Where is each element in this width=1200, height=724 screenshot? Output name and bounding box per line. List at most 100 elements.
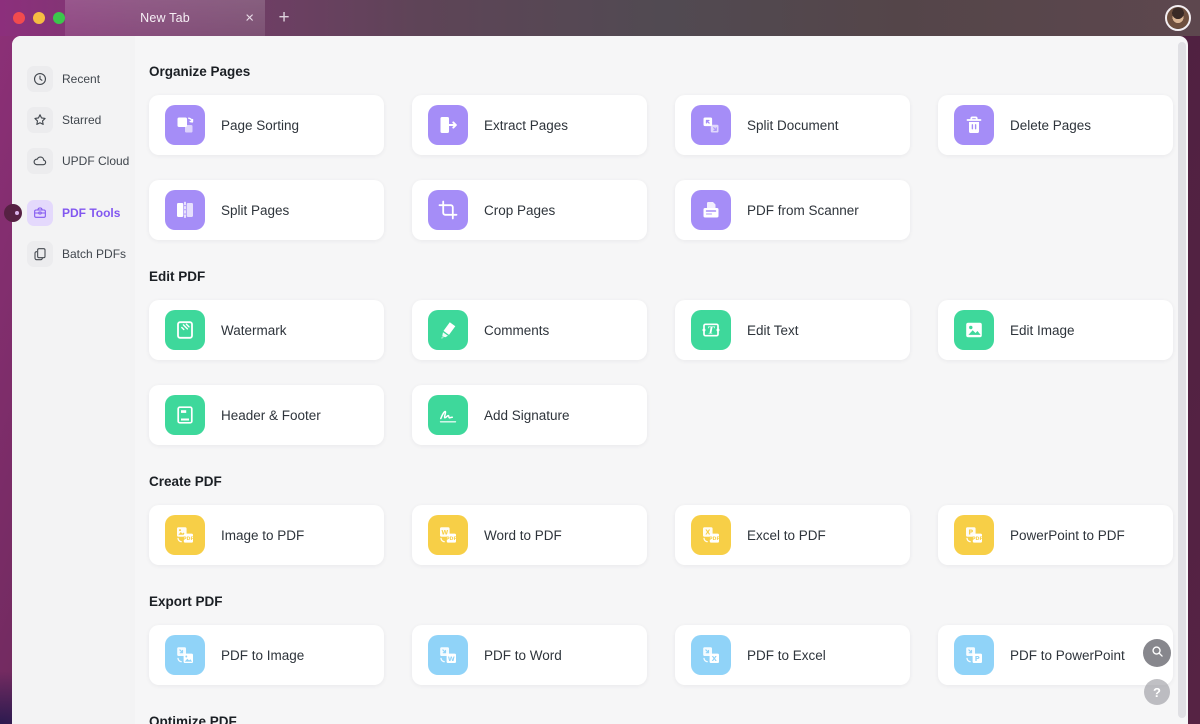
section-optimize-pdf: Optimize PDF	[149, 713, 1188, 724]
tab-title: New Tab	[140, 11, 190, 25]
tool-card-page-sorting[interactable]: Page Sorting	[149, 95, 384, 155]
comments-icon	[428, 310, 468, 350]
tool-card-label: Add Signature	[484, 408, 570, 423]
extract-pages-icon	[428, 105, 468, 145]
tool-card-label: Word to PDF	[484, 528, 562, 543]
tool-card-pdf-to-word[interactable]: W PDF to Word	[412, 625, 647, 685]
crop-pages-icon	[428, 190, 468, 230]
edit-image-icon	[954, 310, 994, 350]
clock-icon	[27, 66, 53, 92]
tool-card-label: Image to PDF	[221, 528, 304, 543]
window-titlebar: New Tab × +	[0, 0, 1200, 36]
tool-card-pdf-to-powerpoint[interactable]: P PDF to PowerPoint	[938, 625, 1173, 685]
powerpoint-to-pdf-icon: PPDF	[954, 515, 994, 555]
word-to-pdf-icon: WPDF	[428, 515, 468, 555]
sidebar-item-label: PDF Tools	[62, 206, 120, 220]
tool-card-excel-to-pdf[interactable]: XPDF Excel to PDF	[675, 505, 910, 565]
tool-card-pdf-to-excel[interactable]: X PDF to Excel	[675, 625, 910, 685]
section-create-pdf: Create PDF PDF Image to PDF WPDF Word to PDF…	[149, 473, 1188, 565]
tool-card-pdf-from-scanner[interactable]: PDF from Scanner	[675, 180, 910, 240]
new-tab-button[interactable]: +	[272, 0, 296, 36]
tool-card-label: Split Pages	[221, 203, 289, 218]
header-footer-icon	[165, 395, 205, 435]
add-signature-icon	[428, 395, 468, 435]
tool-card-label: Edit Image	[1010, 323, 1075, 338]
close-window-button[interactable]	[13, 12, 25, 24]
zoom-window-button[interactable]	[53, 12, 65, 24]
tool-card-delete-pages[interactable]: Delete Pages	[938, 95, 1173, 155]
tool-card-extract-pages[interactable]: Extract Pages	[412, 95, 647, 155]
sidebar-item-label: Batch PDFs	[62, 247, 126, 261]
sidebar-item-starred[interactable]: Starred	[12, 99, 135, 140]
section-title: Optimize PDF	[149, 713, 1188, 724]
tool-card-crop-pages[interactable]: Crop Pages	[412, 180, 647, 240]
tool-card-header-footer[interactable]: Header & Footer	[149, 385, 384, 445]
tool-card-split-document[interactable]: Split Document	[675, 95, 910, 155]
tool-card-watermark[interactable]: Watermark	[149, 300, 384, 360]
minimize-window-button[interactable]	[33, 12, 45, 24]
watermark-icon	[165, 310, 205, 350]
section-title: Edit PDF	[149, 268, 1188, 286]
svg-text:W: W	[448, 656, 455, 663]
pdf-from-scanner-icon	[691, 190, 731, 230]
tool-card-label: Excel to PDF	[747, 528, 826, 543]
excel-to-pdf-icon: XPDF	[691, 515, 731, 555]
sidebar: Recent Starred UPDF Cloud PDF Tools Batch PD…	[12, 36, 135, 724]
sidebar-item-label: UPDF Cloud	[62, 154, 129, 168]
search-icon	[1150, 644, 1165, 662]
tool-card-comments[interactable]: Comments	[412, 300, 647, 360]
search-button[interactable]	[1143, 639, 1171, 667]
app-window: Recent Starred UPDF Cloud PDF Tools Batch PD…	[12, 36, 1188, 724]
tool-card-label: PDF to PowerPoint	[1010, 648, 1125, 663]
sidebar-item-batch-pdfs[interactable]: Batch PDFs	[12, 233, 135, 274]
tool-card-split-pages[interactable]: Split Pages	[149, 180, 384, 240]
tool-card-image-to-pdf[interactable]: PDF Image to PDF	[149, 505, 384, 565]
tool-card-label: PDF to Excel	[747, 648, 826, 663]
svg-text:X: X	[705, 529, 710, 537]
tool-card-pdf-to-image[interactable]: PDF to Image	[149, 625, 384, 685]
edit-text-icon: T	[691, 310, 731, 350]
tool-grid: Watermark Comments TEdit Text Edit Image Hea…	[149, 300, 1188, 445]
tool-card-label: Comments	[484, 323, 549, 338]
tool-grid: Page Sorting Extract Pages Split Document D…	[149, 95, 1188, 240]
delete-pages-icon	[954, 105, 994, 145]
tool-card-label: PDF from Scanner	[747, 203, 859, 218]
vertical-scrollbar[interactable]	[1178, 42, 1186, 718]
handle-dot-icon	[15, 211, 19, 215]
traffic-lights	[13, 0, 65, 36]
sidebar-item-pdf-tools[interactable]: PDF Tools	[12, 192, 135, 233]
svg-text:P: P	[968, 529, 973, 537]
tab-close-icon[interactable]: ×	[245, 11, 254, 26]
svg-text:PDF: PDF	[183, 536, 194, 542]
pdf-to-image-icon	[165, 635, 205, 675]
section-organize-pages: Organize Pages Page Sorting Extract Pages S…	[149, 63, 1188, 240]
section-title: Create PDF	[149, 473, 1188, 491]
star-icon	[27, 107, 53, 133]
tool-card-edit-image[interactable]: Edit Image	[938, 300, 1173, 360]
section-export-pdf: Export PDF PDF to Image W PDF to Word X PDF t…	[149, 593, 1188, 685]
section-title: Export PDF	[149, 593, 1188, 611]
tool-card-label: Crop Pages	[484, 203, 555, 218]
tool-card-label: Header & Footer	[221, 408, 321, 423]
pdf-to-powerpoint-icon: P	[954, 635, 994, 675]
sidebar-collapse-handle[interactable]	[4, 204, 22, 222]
svg-text:X: X	[712, 655, 718, 663]
tool-card-powerpoint-to-pdf[interactable]: PPDF PowerPoint to PDF	[938, 505, 1173, 565]
section-title: Organize Pages	[149, 63, 1188, 81]
cloud-icon	[27, 148, 53, 174]
sidebar-item-label: Starred	[62, 113, 101, 127]
help-button[interactable]: ?	[1144, 679, 1170, 705]
tool-card-edit-text[interactable]: TEdit Text	[675, 300, 910, 360]
avatar[interactable]	[1165, 5, 1191, 31]
sidebar-item-updf-cloud[interactable]: UPDF Cloud	[12, 140, 135, 181]
batch-pdfs-icon	[27, 241, 53, 267]
tab-new-tab[interactable]: New Tab ×	[65, 0, 265, 36]
sidebar-item-recent[interactable]: Recent	[12, 58, 135, 99]
tool-card-word-to-pdf[interactable]: WPDF Word to PDF	[412, 505, 647, 565]
tool-card-label: PDF to Word	[484, 648, 562, 663]
split-document-icon	[691, 105, 731, 145]
tool-card-label: Extract Pages	[484, 118, 568, 133]
tool-card-add-signature[interactable]: Add Signature	[412, 385, 647, 445]
svg-text:PDF: PDF	[446, 536, 457, 542]
tool-card-label: PowerPoint to PDF	[1010, 528, 1125, 543]
